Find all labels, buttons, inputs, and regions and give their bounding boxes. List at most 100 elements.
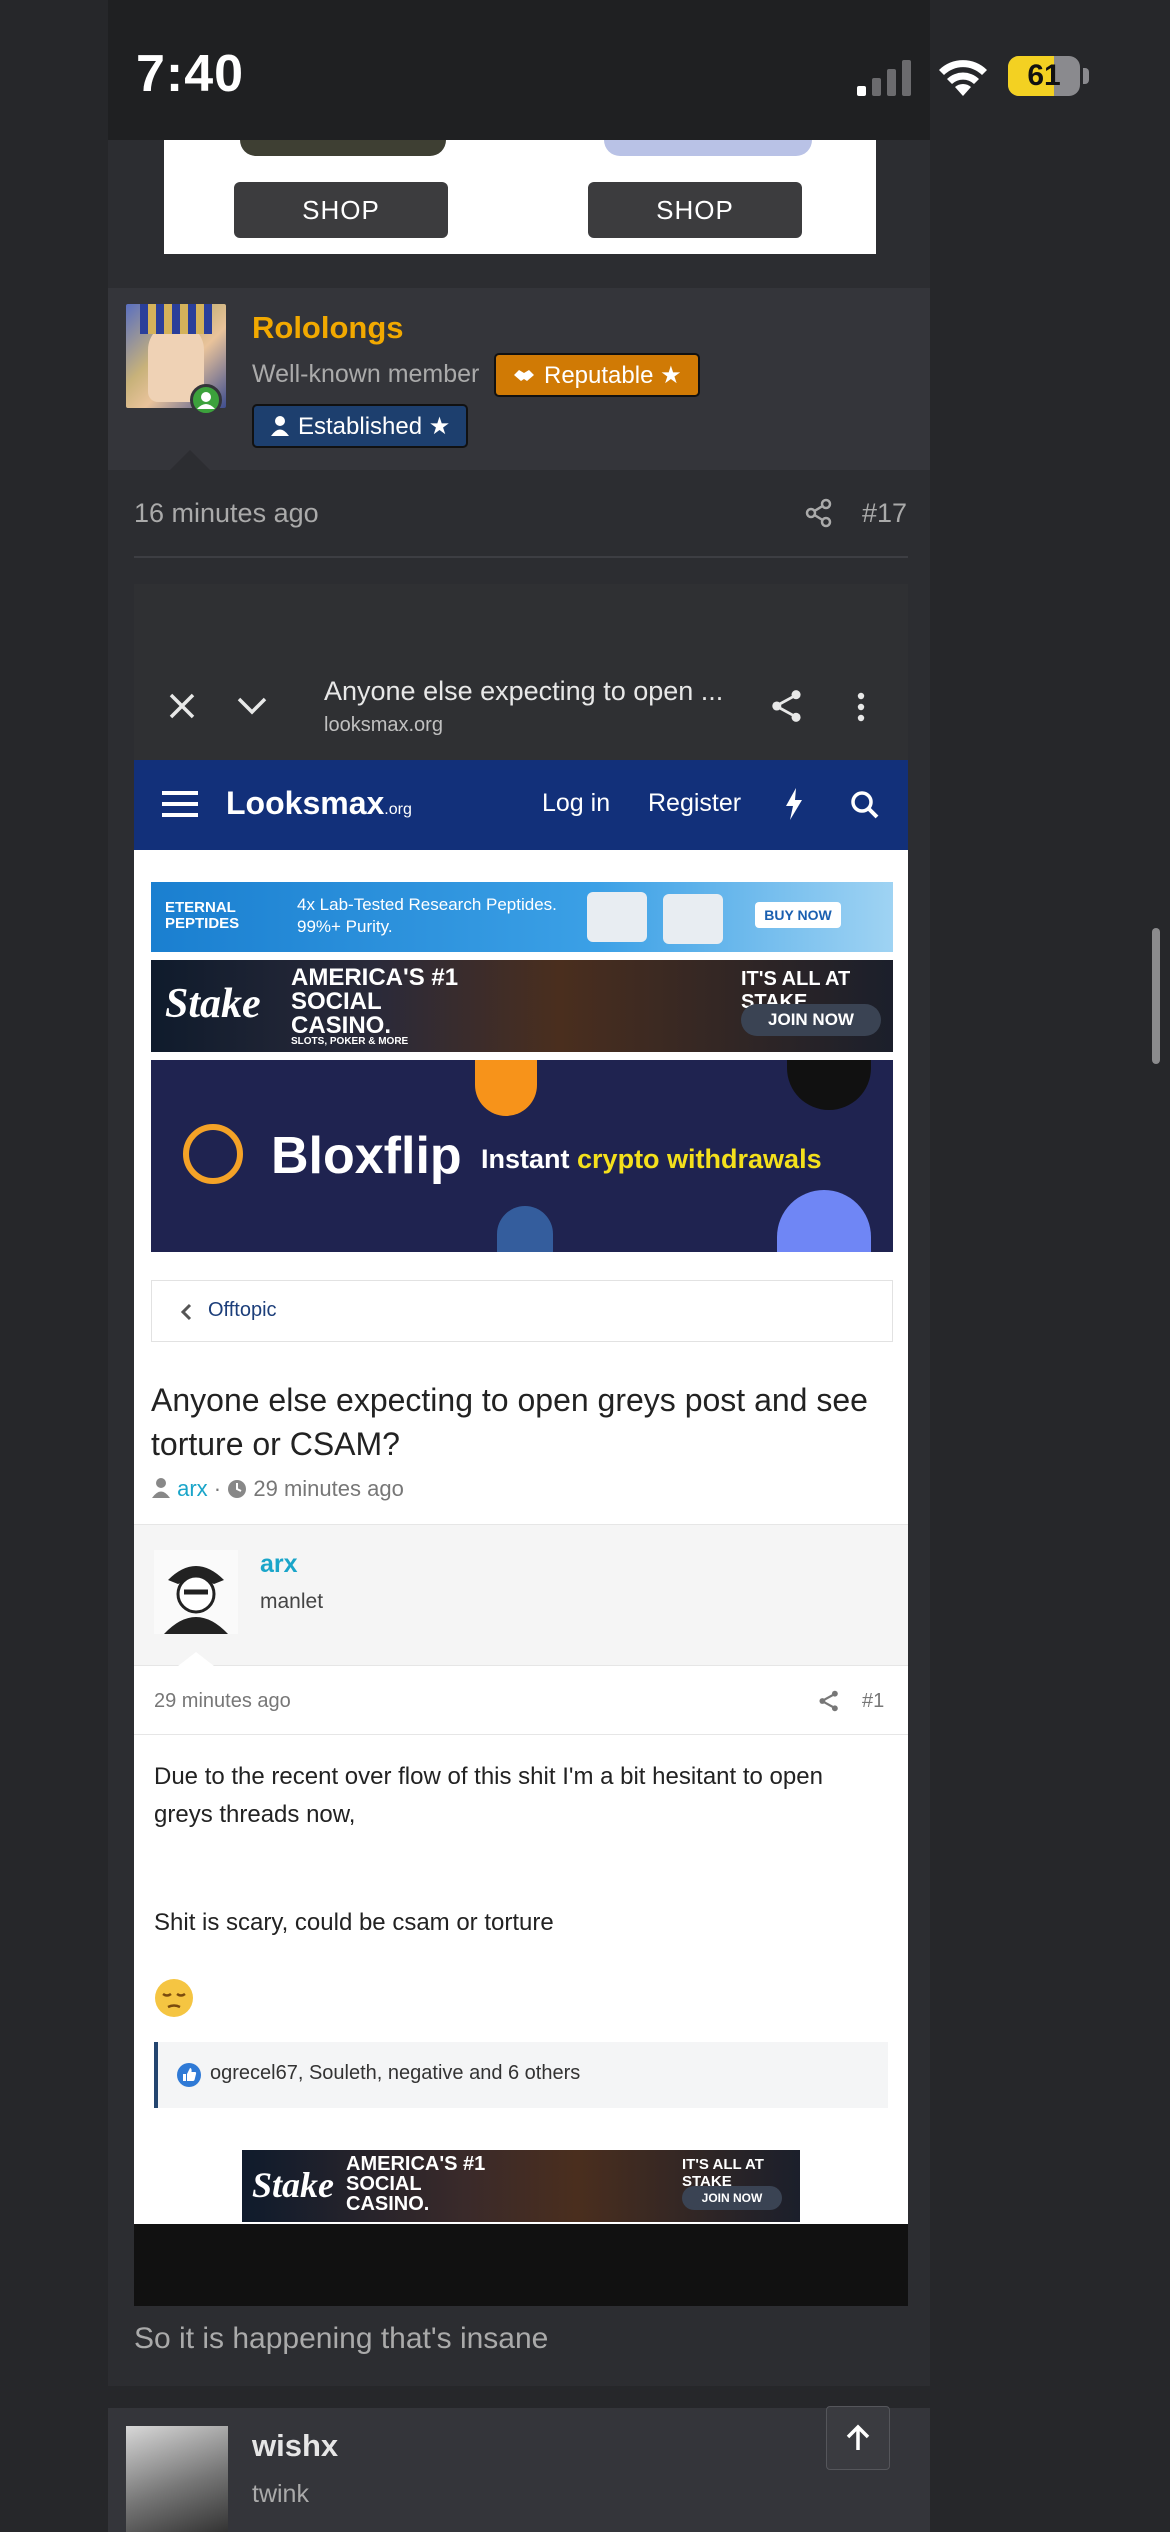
- op-caret: [178, 1652, 214, 1666]
- op-user-box: [134, 1524, 908, 1666]
- reactions-bar: ogrecel67, Souleth, negative and 6 other…: [154, 2042, 888, 2108]
- share-icon[interactable]: [804, 498, 834, 528]
- battery-level: 61: [1027, 59, 1061, 92]
- op-text-line1: Due to the recent over flow of this shit…: [154, 1763, 823, 1828]
- post-text: So it is happening that's insane: [134, 2322, 549, 2355]
- vial-image: [663, 894, 723, 944]
- breadcrumb: Offtopic: [151, 1280, 893, 1342]
- stake-ad-tagline: IT'S ALL AT STAKE: [682, 2156, 764, 2190]
- site-logo: Looksmax.org: [226, 785, 412, 822]
- share-icon: [772, 690, 801, 722]
- op-text-line2: Shit is scary, could be csam or torture: [154, 1909, 554, 1936]
- divider: [134, 556, 908, 558]
- established-badge-label: Established ★: [298, 412, 451, 440]
- peptides-ad: ETERNAL PEPTIDES 4x Lab-Tested Research …: [151, 882, 893, 952]
- browser-title: Anyone else expecting to open ...: [324, 676, 724, 706]
- stake-ad-subtext: SLOTS, POKER & MORE: [291, 1036, 409, 1047]
- thread-title: Anyone else expecting to open greys post…: [151, 1382, 868, 1462]
- solana-icon: [787, 1060, 871, 1110]
- user-header-caret: [170, 450, 210, 470]
- stake-ad: Stake AMERICA'S #1 SOCIAL CASINO. IT'S A…: [242, 2150, 800, 2222]
- avatar: [154, 1550, 238, 1634]
- op-time: 29 minutes ago: [154, 1690, 291, 1712]
- ethereum-icon: [777, 1190, 871, 1252]
- vial-image: [587, 892, 647, 942]
- user-title: Well-known member: [252, 360, 480, 388]
- scrollbar[interactable]: [1152, 928, 1160, 1064]
- post-username[interactable]: Rololongs: [252, 310, 404, 346]
- divider: [134, 1734, 908, 1735]
- peptides-ad-text: 4x Lab-Tested Research Peptides. 99%+ Pu…: [297, 895, 557, 936]
- stake-ad-button: JOIN NOW: [682, 2186, 782, 2210]
- stake-ad: Stake AMERICA'S #1 SOCIAL CASINO. SLOTS,…: [151, 960, 893, 1052]
- reputable-badge-label: Reputable ★: [544, 361, 682, 389]
- established-badge: Established ★: [252, 404, 469, 448]
- stake-ad-button: JOIN NOW: [741, 1004, 881, 1036]
- shop-button[interactable]: SHOP: [234, 182, 448, 238]
- battery-nub: [1083, 68, 1089, 84]
- next-post-username[interactable]: wishx: [252, 2428, 338, 2464]
- bloxflip-ad-text-yellow: crypto withdrawals: [577, 1144, 822, 1174]
- clock-icon: [228, 1480, 247, 1498]
- stake-ad-brand: Stake: [252, 2165, 335, 2205]
- handshake-icon: [514, 370, 534, 381]
- bloxflip-ad-text: Instant crypto withdrawals: [481, 1144, 822, 1175]
- stake-ad-text: AMERICA'S #1 SOCIAL CASINO.: [346, 2153, 486, 2215]
- bloxflip-logo-icon: [183, 1124, 243, 1184]
- bitcoin-icon: [475, 1060, 537, 1116]
- search-icon: [851, 791, 879, 819]
- stake-ad-brand: Stake: [165, 981, 261, 1027]
- next-post-header: [108, 2408, 930, 2532]
- user-icon: [271, 416, 289, 436]
- share-icon: [819, 1690, 838, 1712]
- lightning-icon: [786, 788, 802, 820]
- next-post-user-title: twink: [252, 2480, 309, 2508]
- shop-button[interactable]: SHOP: [588, 182, 802, 238]
- bloxflip-ad: Bloxflip Instant crypto withdrawals: [151, 1060, 893, 1252]
- post-separator: [108, 2386, 930, 2408]
- more-vertical-icon: [857, 692, 865, 722]
- chevron-left-icon: [180, 1303, 192, 1321]
- scroll-to-top-button[interactable]: [826, 2406, 890, 2470]
- register-link: Register: [648, 789, 742, 817]
- pensive-emoji-icon: [155, 1979, 193, 2017]
- top-ad-banner[interactable]: SHOP SHOP: [164, 140, 876, 254]
- post-number[interactable]: #17: [862, 498, 907, 529]
- like-icon: [177, 2063, 201, 2087]
- avatar[interactable]: [126, 2426, 228, 2532]
- product-image: [240, 140, 446, 156]
- wifi-icon: [939, 60, 987, 96]
- reactions-text: ogrecel67, Souleth, negative and 6 other…: [210, 2062, 581, 2084]
- browser-bottom-bar: [134, 2224, 908, 2306]
- breadcrumb-link: Offtopic: [208, 1299, 277, 1321]
- embedded-screenshot[interactable]: Anyone else expecting to open ... looksm…: [134, 584, 908, 2306]
- battery-icon: 61: [1008, 56, 1080, 96]
- cellular-signal-icon: [857, 60, 911, 96]
- online-status-icon: [190, 384, 222, 416]
- bloxflip-ad-brand: Bloxflip: [271, 1127, 462, 1185]
- thread-author: arx: [177, 1476, 208, 1501]
- op-post-number: #1: [862, 1690, 885, 1712]
- litecoin-icon: [497, 1206, 553, 1252]
- thread-meta: arx · 29 minutes ago: [151, 1476, 404, 1502]
- status-time: 7:40: [136, 45, 245, 103]
- product-image: [604, 140, 812, 156]
- menu-icon: [162, 791, 198, 817]
- op-username: arx: [260, 1550, 298, 1578]
- browser-toolbar: [134, 584, 908, 760]
- close-icon: [169, 693, 195, 719]
- reputable-badge: Reputable ★: [494, 353, 700, 397]
- op-user-title: manlet: [260, 1590, 324, 1613]
- post-time[interactable]: 16 minutes ago: [134, 498, 319, 529]
- bloxflip-ad-text-white: Instant: [481, 1144, 570, 1174]
- chevron-down-icon: [237, 697, 267, 715]
- thread-time: 29 minutes ago: [253, 1476, 404, 1501]
- arrow-up-icon: [846, 2424, 870, 2450]
- peptides-ad-button: BUY NOW: [755, 902, 841, 928]
- site-logo-text: Looksmax: [226, 785, 385, 821]
- user-icon: [152, 1478, 170, 1498]
- login-link: Log in: [542, 789, 611, 817]
- stake-ad-text: AMERICA'S #1 SOCIAL CASINO.: [291, 964, 459, 1039]
- peptides-ad-brand: ETERNAL PEPTIDES: [165, 899, 240, 932]
- browser-url: looksmax.org: [324, 714, 443, 736]
